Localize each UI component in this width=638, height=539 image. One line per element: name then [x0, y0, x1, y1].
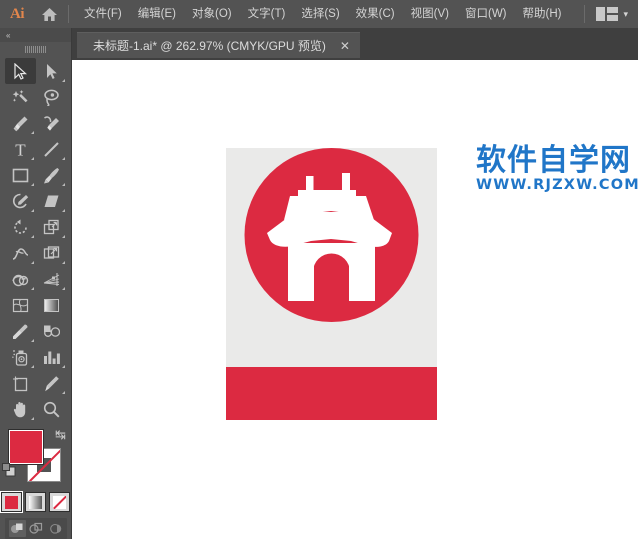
direct-selection-tool[interactable]	[36, 58, 67, 84]
symbol-sprayer-tool[interactable]	[5, 344, 36, 370]
home-icon[interactable]	[34, 0, 64, 28]
shaper-tool[interactable]	[5, 188, 36, 214]
menu-edit[interactable]: 编辑(E)	[130, 0, 184, 28]
watermark-chinese: 软件自学网	[476, 143, 631, 178]
lasso-tool[interactable]	[36, 84, 67, 110]
close-icon[interactable]: ✕	[340, 40, 350, 52]
type-tool[interactable]: T	[5, 136, 36, 162]
draw-behind-button[interactable]	[28, 520, 45, 537]
blend-tool[interactable]	[36, 318, 67, 344]
gradient-tool[interactable]	[36, 292, 67, 318]
perspective-grid-tool[interactable]	[36, 266, 67, 292]
illustrator-window: Ai 文件(F) 编辑(E) 对象(O) 文字(T) 选择(S) 效果(C) 视…	[0, 0, 638, 539]
column-graph-tool[interactable]	[36, 344, 67, 370]
document-tab-label: 未标题-1.ai* @ 262.97% (CMYK/GPU 预览)	[93, 39, 326, 53]
menu-bar: Ai 文件(F) 编辑(E) 对象(O) 文字(T) 选择(S) 效果(C) 视…	[0, 0, 638, 28]
menu-view[interactable]: 视图(V)	[403, 0, 457, 28]
line-segment-tool[interactable]	[36, 136, 67, 162]
slice-tool[interactable]	[36, 370, 67, 396]
watermark: 软件自学网 WWW.RJZXW.COM	[476, 143, 638, 193]
document-canvas[interactable]: 软件自学网 WWW.RJZXW.COM	[72, 60, 638, 539]
watermark-url: WWW.RJZXW.COM	[476, 176, 638, 193]
menu-effect[interactable]: 效果(C)	[348, 0, 403, 28]
color-mode-button[interactable]	[0, 491, 23, 513]
menu-select[interactable]: 选择(S)	[293, 0, 347, 28]
eraser-tool[interactable]	[36, 188, 67, 214]
menu-file[interactable]: 文件(F)	[76, 0, 130, 28]
width-tool[interactable]	[5, 240, 36, 266]
magic-wand-tool[interactable]	[5, 84, 36, 110]
draw-mode-row	[5, 518, 67, 539]
hand-tool[interactable]	[5, 396, 36, 422]
tool-grid: T	[0, 56, 71, 422]
selection-tool[interactable]	[5, 58, 36, 84]
paintbrush-tool[interactable]	[36, 162, 67, 188]
draw-normal-button[interactable]	[9, 520, 26, 537]
svg-text:T: T	[15, 141, 26, 158]
workspace-switcher[interactable]: ▾	[584, 0, 634, 28]
menu-window[interactable]: 窗口(W)	[457, 0, 515, 28]
curvature-tool[interactable]	[36, 110, 67, 136]
chevron-down-icon[interactable]: ▾	[623, 9, 628, 19]
fill-stroke-swatches: ↹	[0, 426, 72, 488]
menu-type[interactable]: 文字(T)	[240, 0, 294, 28]
tools-panel-drag-handle[interactable]	[0, 42, 71, 56]
workspace-grid-icon	[596, 7, 619, 21]
swap-fill-stroke-icon[interactable]: ↹	[55, 427, 66, 443]
default-fill-stroke-icon[interactable]	[2, 463, 16, 482]
mesh-tool[interactable]	[5, 292, 36, 318]
artboard-bottom-bar	[226, 367, 437, 420]
rectangle-tool[interactable]	[5, 162, 36, 188]
menu-help[interactable]: 帮助(H)	[515, 0, 570, 28]
document-tab-bar: 未标题-1.ai* @ 262.97% (CMYK/GPU 预览) ✕	[72, 28, 638, 60]
tools-panel-header: «	[0, 28, 71, 42]
collapse-panel-icon[interactable]: «	[6, 31, 11, 40]
document-tab[interactable]: 未标题-1.ai* @ 262.97% (CMYK/GPU 预览) ✕	[77, 32, 360, 58]
workspace-divider	[584, 5, 586, 23]
artboard-tool[interactable]	[5, 370, 36, 396]
zoom-tool[interactable]	[36, 396, 67, 422]
fill-swatch[interactable]	[8, 429, 44, 465]
rotate-tool[interactable]	[5, 214, 36, 240]
scale-tool[interactable]	[36, 214, 67, 240]
none-mode-button[interactable]	[49, 492, 70, 512]
shape-builder-tool[interactable]	[5, 266, 36, 292]
tools-panel: « T ↹	[0, 28, 72, 539]
paint-mode-row	[0, 491, 71, 513]
menubar-divider	[68, 5, 69, 23]
app-logo-icon: Ai	[10, 5, 25, 22]
menu-object[interactable]: 对象(O)	[184, 0, 240, 28]
eyedropper-tool[interactable]	[5, 318, 36, 344]
gradient-mode-button[interactable]	[25, 492, 46, 512]
free-transform-tool[interactable]	[36, 240, 67, 266]
pen-tool[interactable]	[5, 110, 36, 136]
draw-inside-button[interactable]	[46, 520, 63, 537]
